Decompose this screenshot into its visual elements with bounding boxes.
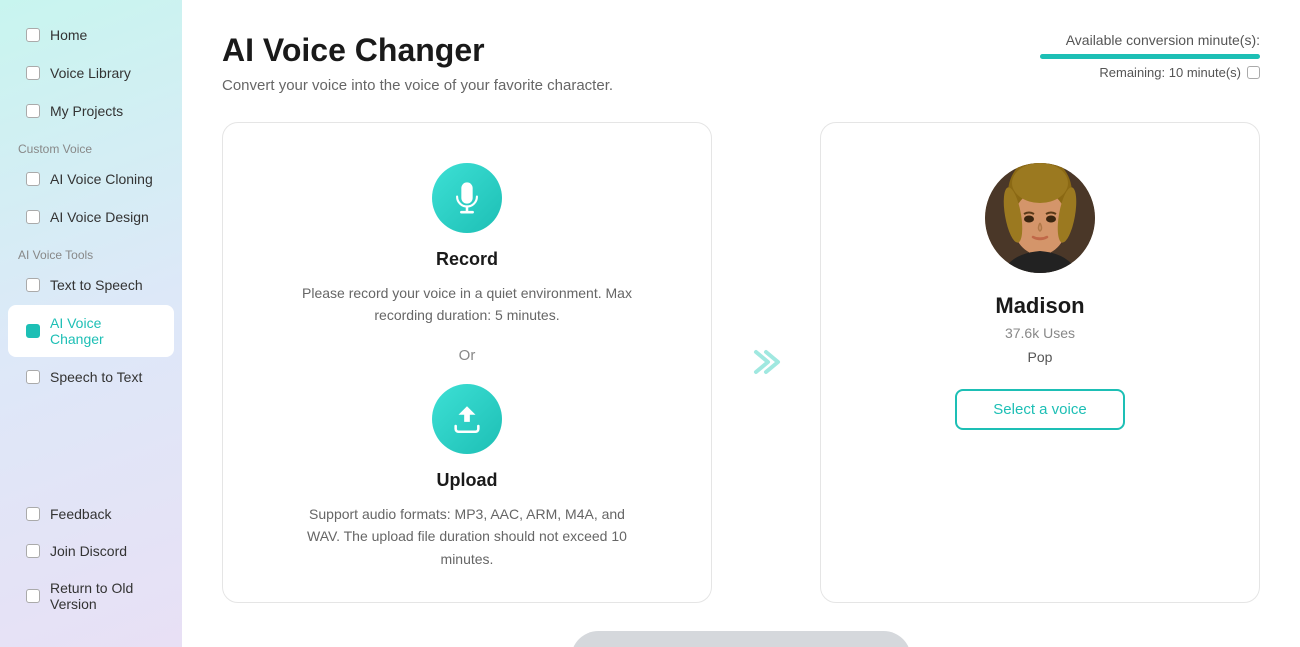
sidebar-item-my-projects[interactable]: My Projects [8, 93, 174, 129]
sidebar-item-voice-library[interactable]: Voice Library [8, 55, 174, 91]
main-content: Available conversion minute(s): Remainin… [182, 0, 1300, 647]
sidebar-item-feedback-label: Feedback [50, 506, 111, 522]
conversion-remaining-text: Remaining: 10 minute(s) [1099, 65, 1241, 80]
speech-to-text-checkbox [26, 370, 40, 384]
sidebar-item-ai-voice-design[interactable]: AI Voice Design [8, 199, 174, 235]
upload-title: Upload [437, 470, 498, 491]
sidebar-item-home[interactable]: Home [8, 17, 174, 53]
sidebar-item-speech-to-text-label: Speech to Text [50, 369, 142, 385]
sidebar-item-voice-library-label: Voice Library [50, 65, 131, 81]
record-description: Please record your voice in a quiet envi… [297, 282, 637, 327]
sidebar-item-home-label: Home [50, 27, 87, 43]
home-checkbox [26, 28, 40, 42]
sidebar-item-return-old-version[interactable]: Return to Old Version [8, 570, 174, 622]
sidebar-item-ai-voice-changer[interactable]: AI Voice Changer [8, 305, 174, 357]
or-divider: Or [459, 347, 476, 364]
sidebar-item-my-projects-label: My Projects [50, 103, 123, 119]
ai-voice-cloning-checkbox [26, 172, 40, 186]
section-custom-voice: Custom Voice [0, 130, 182, 160]
sidebar-item-ai-voice-design-label: AI Voice Design [50, 209, 149, 225]
microphone-icon [450, 181, 484, 215]
conversion-remaining-checkbox[interactable] [1247, 66, 1260, 79]
arrow-area [736, 122, 796, 603]
voice-uses: 37.6k Uses [1005, 325, 1075, 341]
double-chevron-icon [744, 340, 788, 384]
voice-avatar [985, 163, 1095, 273]
conversion-bar [1040, 54, 1260, 59]
conversion-bar-fill [1040, 54, 1260, 59]
input-card: Record Please record your voice in a qui… [222, 122, 712, 603]
record-title: Record [436, 249, 498, 270]
sidebar-item-speech-to-text[interactable]: Speech to Text [8, 359, 174, 395]
sidebar-item-join-discord[interactable]: Join Discord [8, 533, 174, 569]
upload-description: Support audio formats: MP3, AAC, ARM, M4… [297, 503, 637, 570]
voice-library-checkbox [26, 66, 40, 80]
upload-icon [450, 402, 484, 436]
feedback-checkbox [26, 507, 40, 521]
record-icon-circle[interactable] [432, 163, 502, 233]
return-old-version-checkbox [26, 589, 40, 603]
sidebar-bottom: Feedback Join Discord Return to Old Vers… [0, 495, 182, 631]
conversion-label: Available conversion minute(s): [1040, 32, 1260, 48]
sidebar-item-ai-voice-cloning[interactable]: AI Voice Cloning [8, 161, 174, 197]
change-voice-button[interactable]: Change Voice Now [571, 631, 911, 647]
conversion-info: Available conversion minute(s): Remainin… [1040, 32, 1260, 80]
join-discord-checkbox [26, 544, 40, 558]
voice-name: Madison [995, 293, 1084, 319]
sidebar-item-ai-voice-cloning-label: AI Voice Cloning [50, 171, 153, 187]
voice-card: Madison 37.6k Uses Pop Select a voice [820, 122, 1260, 603]
sidebar-item-text-to-speech-label: Text to Speech [50, 277, 143, 293]
sidebar-item-feedback[interactable]: Feedback [8, 496, 174, 532]
select-voice-button[interactable]: Select a voice [955, 389, 1124, 430]
change-voice-area: Change Voice Now [222, 631, 1260, 647]
voice-tag: Pop [1028, 349, 1053, 365]
sidebar-item-join-discord-label: Join Discord [50, 543, 127, 559]
sidebar: Home Voice Library My Projects Custom Vo… [0, 0, 182, 647]
section-ai-voice-tools: AI Voice Tools [0, 236, 182, 266]
ai-voice-changer-checkbox [26, 324, 40, 338]
ai-voice-design-checkbox [26, 210, 40, 224]
upload-icon-circle[interactable] [432, 384, 502, 454]
conversion-remaining: Remaining: 10 minute(s) [1040, 65, 1260, 80]
content-area: Record Please record your voice in a qui… [222, 122, 1260, 603]
text-to-speech-checkbox [26, 278, 40, 292]
sidebar-item-return-old-version-label: Return to Old Version [50, 580, 156, 612]
my-projects-checkbox [26, 104, 40, 118]
sidebar-item-ai-voice-changer-label: AI Voice Changer [50, 315, 156, 347]
sidebar-item-text-to-speech[interactable]: Text to Speech [8, 267, 174, 303]
